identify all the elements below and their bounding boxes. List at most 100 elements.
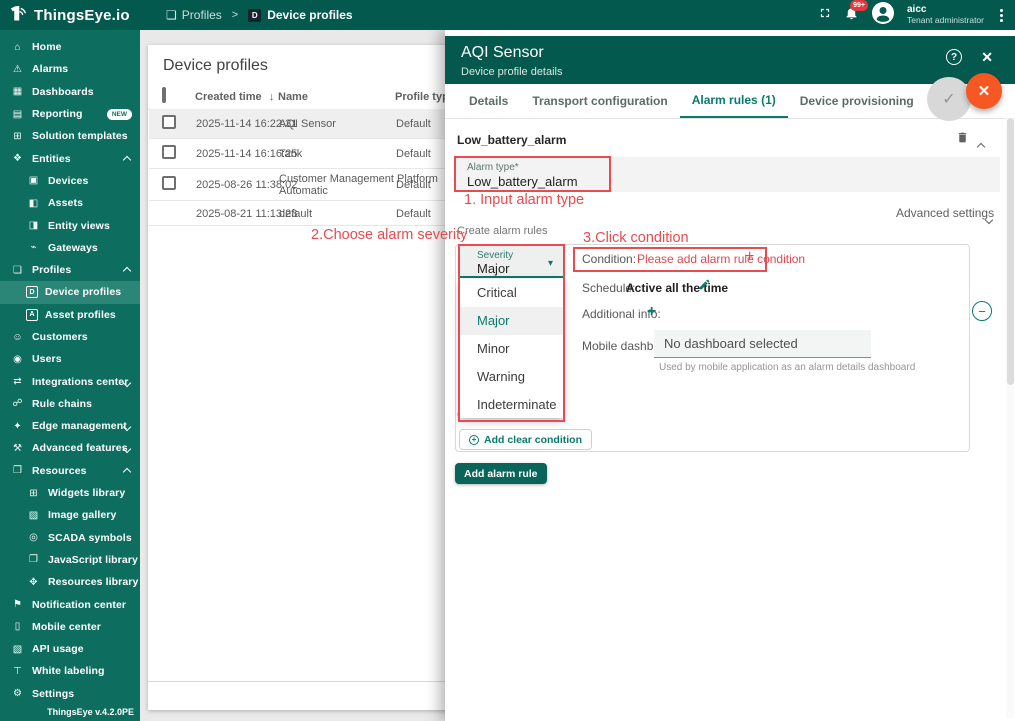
severity-options-menu: CriticalMajorMinorWarningIndeterminate <box>460 279 563 418</box>
sidebar-item-rule-chains[interactable]: ☍Rule chains <box>0 393 140 415</box>
app-logo[interactable]: ThingsEye.io <box>0 3 140 28</box>
device-profile-details-drawer: AQI Sensor Device profile details ? ✕ ✓ … <box>445 30 1015 721</box>
sidebar-item-entities[interactable]: ❖Entities <box>0 147 140 169</box>
sidebar-item-javascript-library[interactable]: ❐JavaScript library <box>0 549 140 571</box>
sidebar-item-settings[interactable]: ⚙Settings <box>0 683 140 705</box>
scrollbar-thumb[interactable] <box>1007 118 1014 385</box>
sidebar-item-api-usage[interactable]: ▧ API usage <box>0 638 140 660</box>
notifications-bell-icon[interactable]: 99+ <box>844 5 859 26</box>
add-alarm-rule-button[interactable]: Add alarm rule <box>455 463 547 484</box>
sidebar-item-resources[interactable]: ❒Resources <box>0 460 140 482</box>
customers-icon: ☺ <box>10 332 25 343</box>
thingseye-logo-icon <box>8 3 28 28</box>
advanced-settings-chevron-icon[interactable] <box>986 210 992 228</box>
schedule-value: Active all the time <box>626 281 728 295</box>
sidebar-item-edge-management[interactable]: ✦Edge management <box>0 415 140 437</box>
devices-icon: ▣ <box>26 175 41 186</box>
severity-option-major[interactable]: Major <box>460 307 563 335</box>
chevron-up-icon <box>124 150 130 168</box>
collapse-alarm-icon[interactable] <box>978 137 984 155</box>
sidebar-item-white-labeling[interactable]: ⊤White labeling <box>0 660 140 682</box>
sidebar-item-assets[interactable]: ◧ Assets <box>0 192 140 214</box>
tab-details[interactable]: Details <box>457 84 520 118</box>
select-all-checkbox[interactable] <box>162 87 166 103</box>
sidebar-item-devices[interactable]: ▣Devices <box>0 170 140 192</box>
row-checkbox[interactable] <box>162 115 176 129</box>
breadcrumb-device-profiles[interactable]: Device profiles <box>267 8 352 22</box>
sidebar-item-label: API usage <box>32 643 84 655</box>
drawer-scrollbar[interactable] <box>1006 118 1014 718</box>
sidebar-item-resources-library[interactable]: ✥Resources library <box>0 571 140 593</box>
sidebar-item-label: White labeling <box>32 665 105 677</box>
cancel-changes-fab[interactable]: ✕ <box>966 73 1002 109</box>
delete-alarm-icon[interactable] <box>956 130 969 150</box>
user-menu-kebab-icon[interactable] <box>996 7 1007 24</box>
tab-transport-configuration[interactable]: Transport configuration <box>520 84 679 118</box>
chevron-down-icon <box>124 439 130 457</box>
sidebar-item-entity-views[interactable]: ◨Entity views <box>0 214 140 236</box>
row-checkbox[interactable] <box>162 176 176 190</box>
sidebar-item-solution-templates[interactable]: ⊞Solution templates <box>0 125 140 147</box>
alarm-rule-name[interactable]: Low_battery_alarm <box>457 133 566 147</box>
sidebar-item-alarms[interactable]: ⚠Alarms <box>0 58 140 80</box>
sidebar-item-customers[interactable]: ☺Customers <box>0 326 140 348</box>
sidebar-item-label: Assets <box>48 197 83 209</box>
sidebar-item-label: Profiles <box>32 264 71 276</box>
sidebar-item-profiles[interactable]: ❏Profiles <box>0 259 140 281</box>
sidebar-item-scada-symbols[interactable]: ◎SCADA symbols <box>0 527 140 549</box>
mobile-dashboard-input[interactable]: No dashboard selected <box>654 330 871 358</box>
severity-select[interactable]: Severity Major ▾ <box>460 246 563 278</box>
column-name[interactable]: Name <box>278 91 308 103</box>
sidebar-item-dashboards[interactable]: ▦Dashboards <box>0 81 140 103</box>
notification-center-icon: ⚑ <box>10 599 25 610</box>
dashboards-icon: ▦ <box>10 86 25 97</box>
row-checkbox[interactable] <box>162 145 176 159</box>
sidebar-item-notification-center[interactable]: ⚑Notification center <box>0 593 140 615</box>
advanced-settings-toggle[interactable]: Advanced settings <box>896 206 994 220</box>
sidebar-item-advanced-features[interactable]: ⚒Advanced features <box>0 437 140 459</box>
help-icon[interactable]: ? <box>946 49 962 65</box>
sidebar-item-label: Image gallery <box>48 509 116 521</box>
severity-option-indeterminate[interactable]: Indeterminate <box>460 390 563 418</box>
add-condition-icon[interactable]: + <box>745 248 754 266</box>
api-usage-icon: ▧ <box>10 644 25 655</box>
sidebar-item-label: Device profiles <box>45 286 121 298</box>
condition-placeholder[interactable]: Please add alarm rule condition <box>637 252 805 266</box>
sidebar-item-users[interactable]: ◉Users <box>0 348 140 370</box>
severity-option-minor[interactable]: Minor <box>460 335 563 363</box>
sidebar-item-integrations-center[interactable]: ⇄Integrations center <box>0 370 140 392</box>
tab-device-provisioning[interactable]: Device provisioning <box>788 84 926 118</box>
sidebar-item-reporting[interactable]: ▤ReportingNEW <box>0 103 140 125</box>
add-additional-info-icon[interactable]: + <box>647 303 656 321</box>
sidebar-item-label: Entity views <box>48 220 110 232</box>
severity-option-critical[interactable]: Critical <box>460 279 563 307</box>
sidebar-item-gateways[interactable]: ⌁Gateways <box>0 237 140 259</box>
sidebar-item-widgets-library[interactable]: ⊞Widgets library <box>0 482 140 504</box>
sort-desc-icon[interactable]: ↓ <box>269 91 275 103</box>
assets-icon: ◧ <box>26 198 41 209</box>
column-created-time[interactable]: Created time ↓ <box>195 91 274 103</box>
edit-schedule-icon[interactable] <box>698 278 711 296</box>
circled-plus-icon: + <box>469 435 479 445</box>
severity-option-warning[interactable]: Warning <box>460 362 563 390</box>
apply-changes-fab[interactable]: ✓ <box>927 77 971 121</box>
sidebar-item-image-gallery[interactable]: ▨Image gallery <box>0 504 140 526</box>
app-title: ThingsEye.io <box>34 7 130 24</box>
drawer-subtitle: Device profile details <box>461 66 563 78</box>
tab-alarm-rules-1[interactable]: Alarm rules (1) <box>680 84 788 118</box>
alarm-type-field[interactable]: Alarm type* Low_battery_alarm <box>455 157 1000 192</box>
sidebar-item-home[interactable]: ⌂Home <box>0 36 140 58</box>
sidebar-item-mobile-center[interactable]: ▯Mobile center <box>0 616 140 638</box>
add-clear-condition-button[interactable]: + Add clear condition <box>459 429 592 450</box>
sidebar-item-asset-profiles[interactable]: AAsset profiles <box>0 304 140 326</box>
chevron-down-icon <box>124 373 130 391</box>
fullscreen-icon[interactable] <box>818 6 832 25</box>
sidebar-item-label: Gateways <box>48 242 98 254</box>
close-drawer-icon[interactable]: ✕ <box>981 49 993 66</box>
sidebar-item-label: Rule chains <box>32 398 92 410</box>
sidebar-item-device-profiles[interactable]: DDevice profiles <box>0 281 140 303</box>
severity-label: Severity <box>477 250 513 261</box>
breadcrumb-profiles[interactable]: Profiles <box>182 8 222 22</box>
remove-rule-icon[interactable]: − <box>972 301 992 321</box>
avatar[interactable] <box>871 1 895 30</box>
